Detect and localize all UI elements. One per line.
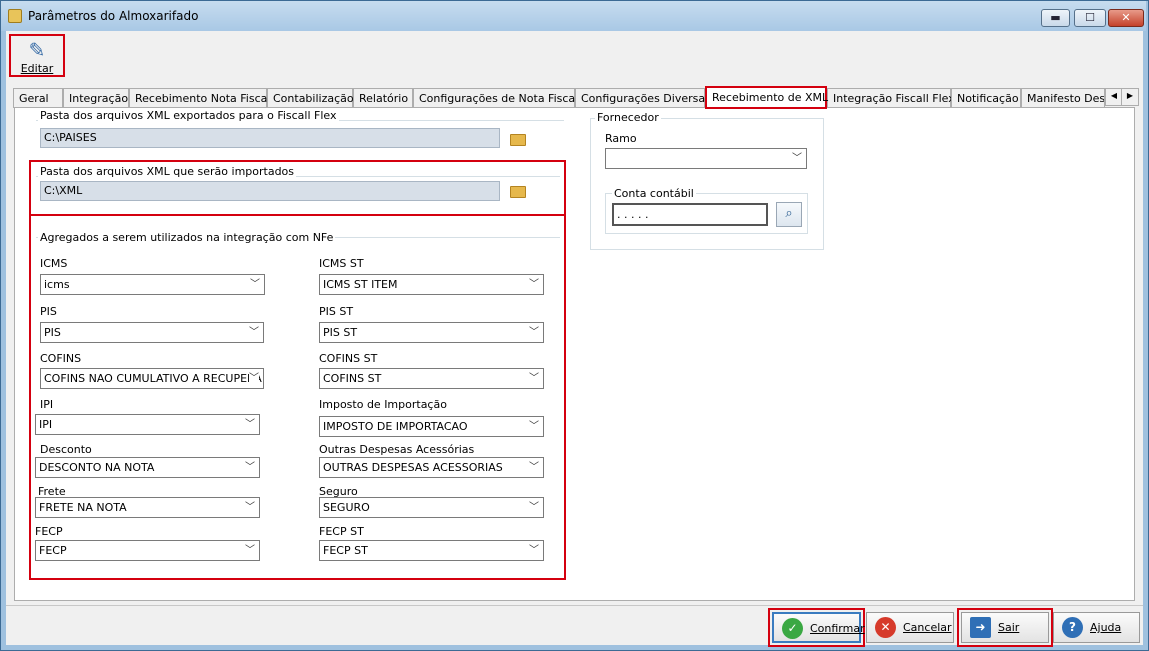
cofins-label: COFINS bbox=[40, 352, 82, 365]
tab-configuracoes-diversas[interactable]: Configurações Diversas bbox=[575, 88, 711, 108]
folder-icon[interactable] bbox=[510, 134, 526, 146]
chevron-down-icon: ﹀ bbox=[245, 545, 255, 556]
cancel-x-icon: ✕ bbox=[875, 617, 896, 638]
edit-document-icon: ✎ bbox=[28, 38, 46, 62]
folder-icon[interactable] bbox=[510, 186, 526, 198]
footer-separator bbox=[6, 605, 1143, 606]
confirm-button[interactable]: ✓ Confirmar bbox=[772, 612, 865, 643]
tab-recebimento-nota-fiscal[interactable]: Recebimento Nota Fiscal bbox=[129, 88, 270, 108]
tab-manifesto-dest[interactable]: Manifesto Dest bbox=[1021, 88, 1105, 108]
chevron-down-icon: ﹀ bbox=[529, 545, 539, 556]
check-icon: ✓ bbox=[782, 618, 803, 639]
cofins-st-label: COFINS ST bbox=[319, 352, 378, 365]
seguro-select[interactable]: SEGURO ﹀ bbox=[319, 497, 544, 518]
chevron-down-icon: ﹀ bbox=[245, 502, 255, 513]
tab-relatorio[interactable]: Relatório bbox=[353, 88, 413, 108]
imposto-importacao-label: Imposto de Importação bbox=[319, 398, 447, 411]
desconto-label: Desconto bbox=[40, 443, 92, 456]
fecp-st-label: FECP ST bbox=[319, 525, 364, 538]
pis-label: PIS bbox=[40, 305, 57, 318]
edit-button[interactable]: ✎ Editar bbox=[9, 34, 65, 77]
outras-despesas-label: Outras Despesas Acessórias bbox=[319, 443, 475, 456]
import-folder-label: Pasta dos arquivos XML que serão importa… bbox=[38, 165, 297, 178]
icms-label: ICMS bbox=[40, 257, 68, 270]
edit-button-label: Editar bbox=[20, 62, 54, 75]
import-folder-input[interactable]: C:\XML bbox=[40, 181, 500, 201]
search-icon: ⌕ bbox=[785, 206, 793, 221]
pis-st-label: PIS ST bbox=[319, 305, 354, 318]
chevron-down-icon: ﹀ bbox=[529, 462, 539, 473]
tab-recebimento-xml[interactable]: Recebimento de XML bbox=[705, 86, 828, 109]
cancel-label: Cancelar bbox=[903, 621, 952, 634]
pis-st-select[interactable]: PIS ST ﹀ bbox=[319, 322, 544, 343]
account-label: Conta contábil bbox=[612, 187, 696, 200]
maximize-button[interactable]: ☐ bbox=[1074, 9, 1106, 27]
exit-label: Sair bbox=[998, 621, 1020, 634]
ipi-select[interactable]: IPI ﹀ bbox=[35, 414, 260, 435]
desconto-select[interactable]: DESCONTO NA NOTA ﹀ bbox=[35, 457, 260, 478]
tab-scroll-right[interactable]: ▶ bbox=[1121, 88, 1139, 106]
tab-strip: Geral Integração Recebimento Nota Fiscal… bbox=[11, 86, 1139, 109]
branch-label: Ramo bbox=[605, 132, 637, 145]
tab-geral[interactable]: Geral bbox=[13, 88, 63, 108]
help-button[interactable]: ? Ajuda bbox=[1053, 612, 1140, 643]
tab-configuracoes-nota-fiscal[interactable]: Configurações de Nota Fiscal bbox=[413, 88, 578, 108]
exit-door-icon: ➜ bbox=[970, 617, 991, 638]
chevron-down-icon: ﹀ bbox=[250, 279, 260, 290]
help-label: Ajuda bbox=[1090, 621, 1122, 634]
export-folder-label: Pasta dos arquivos XML exportados para o… bbox=[38, 109, 339, 122]
tab-notificacao[interactable]: Notificação bbox=[951, 88, 1021, 108]
tab-integracao-fiscall-flex[interactable]: Integração Fiscall Flex bbox=[827, 88, 955, 108]
chevron-down-icon: ﹀ bbox=[529, 502, 539, 513]
chevron-down-icon: ﹀ bbox=[529, 279, 539, 290]
account-input[interactable]: . . . . . bbox=[612, 203, 768, 226]
imposto-importacao-select[interactable]: IMPOSTO DE IMPORTACAO ﹀ bbox=[319, 416, 544, 437]
frete-select[interactable]: FRETE NA NOTA ﹀ bbox=[35, 497, 260, 518]
chevron-down-icon: ﹀ bbox=[529, 327, 539, 338]
help-question-icon: ? bbox=[1062, 617, 1083, 638]
chevron-down-icon: ﹀ bbox=[792, 153, 802, 164]
export-folder-input[interactable]: C:\PAISES bbox=[40, 128, 500, 148]
chevron-down-icon: ﹀ bbox=[245, 462, 255, 473]
cancel-button[interactable]: ✕ Cancelar bbox=[866, 612, 954, 643]
cofins-st-select[interactable]: COFINS ST ﹀ bbox=[319, 368, 544, 389]
tab-contabilizacao[interactable]: Contabilização bbox=[267, 88, 354, 108]
chevron-down-icon: ﹀ bbox=[249, 327, 259, 338]
icms-st-select[interactable]: ICMS ST ITEM ﹀ bbox=[319, 274, 544, 295]
fecp-select[interactable]: FECP ﹀ bbox=[35, 540, 260, 561]
branch-select[interactable]: ﹀ bbox=[605, 148, 807, 169]
window-title: Parâmetros do Almoxarifado bbox=[28, 9, 199, 23]
aggregates-title: Agregados a serem utilizados na integraç… bbox=[38, 231, 336, 244]
chevron-down-icon: ﹀ bbox=[529, 373, 539, 384]
icms-st-label: ICMS ST bbox=[319, 257, 364, 270]
close-button[interactable]: ✕ bbox=[1108, 9, 1144, 27]
supplier-title: Fornecedor bbox=[595, 111, 661, 124]
app-icon bbox=[8, 9, 22, 23]
cofins-select[interactable]: COFINS NAO CUMULATIVO A RECUPERA ﹀ bbox=[40, 368, 264, 389]
confirm-label: Confirmar bbox=[810, 622, 865, 635]
fecp-st-select[interactable]: FECP ST ﹀ bbox=[319, 540, 544, 561]
minimize-button[interactable]: ▬ bbox=[1041, 9, 1070, 27]
icms-select[interactable]: icms ﹀ bbox=[40, 274, 265, 295]
chevron-down-icon: ﹀ bbox=[529, 421, 539, 432]
tab-integracao[interactable]: Integração bbox=[63, 88, 129, 108]
chevron-down-icon: ﹀ bbox=[249, 369, 259, 388]
account-search-button[interactable]: ⌕ bbox=[776, 202, 802, 227]
aggregates-highlight bbox=[29, 214, 566, 580]
exit-button[interactable]: ➜ Sair bbox=[961, 612, 1049, 643]
pis-select[interactable]: PIS ﹀ bbox=[40, 322, 264, 343]
fecp-label: FECP bbox=[35, 525, 63, 538]
chevron-down-icon: ﹀ bbox=[245, 419, 255, 430]
outras-despesas-select[interactable]: OUTRAS DESPESAS ACESSORIAS ﹀ bbox=[319, 457, 544, 478]
ipi-label: IPI bbox=[40, 398, 54, 411]
